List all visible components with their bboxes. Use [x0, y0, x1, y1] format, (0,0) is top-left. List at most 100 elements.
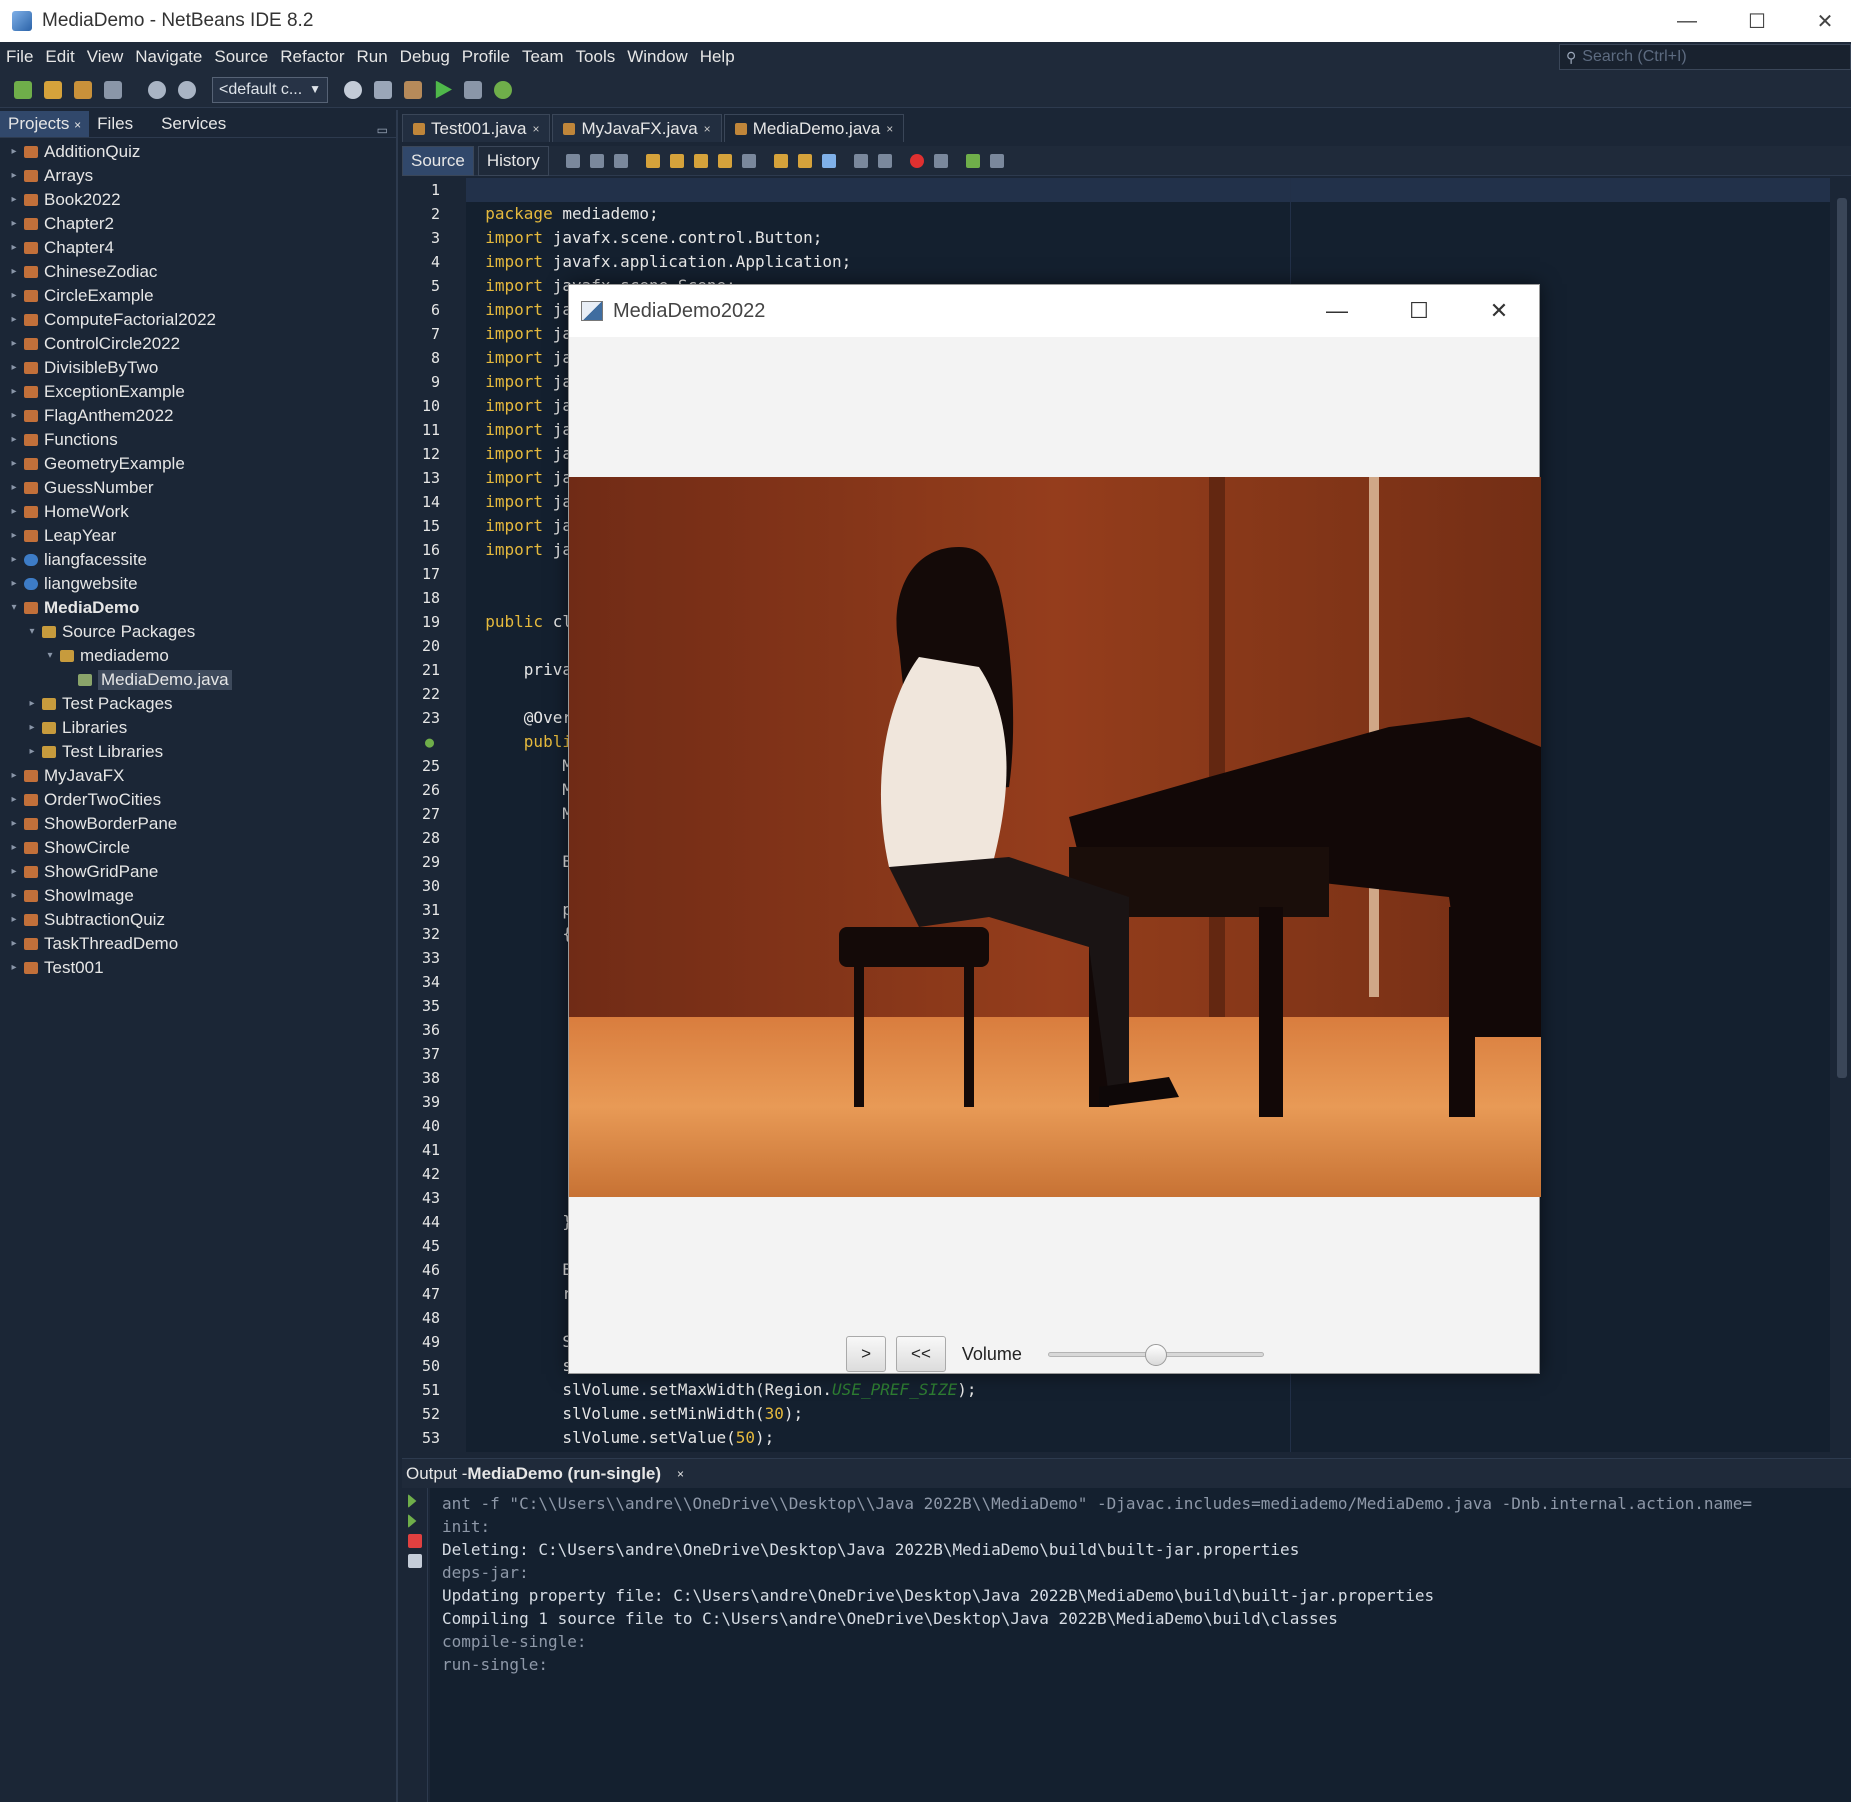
comment-icon[interactable] [965, 153, 980, 168]
previous-bookmark-icon[interactable] [773, 153, 788, 168]
close-tab-icon[interactable]: × [704, 122, 711, 136]
media-minimize-button[interactable]: — [1297, 285, 1377, 337]
output-console[interactable]: ant -f "C:\\Users\\andre\\OneDrive\\Desk… [430, 1488, 1851, 1802]
maximize-button[interactable]: ☐ [1722, 0, 1792, 42]
tree-item[interactable]: ▸ LeapYear [0, 524, 396, 548]
expand-icon[interactable]: ▸ [8, 194, 20, 206]
tree-item[interactable]: ▸ MyJavaFX [0, 764, 396, 788]
close-button[interactable]: ✕ [1790, 0, 1851, 42]
editor-tab[interactable]: MediaDemo.java × [723, 114, 905, 142]
tree-item[interactable]: ▸ ShowCircle [0, 836, 396, 860]
tab-files[interactable]: Files [89, 111, 141, 137]
tree-item[interactable]: ▾ MediaDemo [0, 596, 396, 620]
tree-item[interactable]: ▾ Source Packages [0, 620, 396, 644]
toggle-rectangular-icon[interactable] [821, 153, 836, 168]
menu-help[interactable]: Help [694, 47, 741, 67]
tree-item[interactable]: ▸ ChineseZodiac [0, 260, 396, 284]
undo-icon[interactable] [148, 80, 166, 99]
tree-item[interactable]: ▸ ShowImage [0, 884, 396, 908]
expand-icon[interactable]: ▸ [8, 458, 20, 470]
expand-icon[interactable]: ▸ [8, 554, 20, 566]
save-all-icon[interactable] [104, 80, 122, 99]
play-button[interactable]: > [846, 1336, 887, 1372]
expand-icon[interactable]: ▸ [8, 290, 20, 302]
editor-tab[interactable]: Test001.java × [402, 114, 551, 142]
tree-item[interactable]: ▸ ControlCircle2022 [0, 332, 396, 356]
expand-icon[interactable]: ▸ [8, 242, 20, 254]
next-bookmark-icon[interactable] [797, 153, 812, 168]
build-icon[interactable] [374, 80, 392, 99]
output-close-icon[interactable]: × [677, 1467, 684, 1481]
expand-icon[interactable]: ▸ [8, 890, 20, 902]
tree-item[interactable]: ▸ ShowBorderPane [0, 812, 396, 836]
expand-icon[interactable]: ▸ [8, 218, 20, 230]
expand-icon[interactable]: ▸ [8, 866, 20, 878]
find-next-icon[interactable] [693, 153, 708, 168]
tree-item[interactable]: ▸ Chapter2 [0, 212, 396, 236]
expand-icon[interactable]: ▸ [8, 170, 20, 182]
last-edit-icon[interactable] [565, 153, 580, 168]
tab-projects[interactable]: Projects × [0, 111, 90, 137]
menu-file[interactable]: File [0, 47, 39, 67]
stop-macro-icon[interactable] [933, 153, 948, 168]
profile-icon[interactable] [494, 80, 512, 99]
tab-services[interactable]: Services [153, 111, 234, 137]
forward-icon[interactable] [613, 153, 628, 168]
new-file-icon[interactable] [14, 80, 32, 99]
toggle-bookmark-icon[interactable] [741, 153, 756, 168]
stop-icon[interactable] [408, 1534, 422, 1548]
uncomment-icon[interactable] [989, 153, 1004, 168]
menu-profile[interactable]: Profile [456, 47, 516, 67]
expand-icon[interactable]: ▸ [8, 506, 20, 518]
tree-item[interactable]: ▸ DivisibleByTwo [0, 356, 396, 380]
expand-icon[interactable]: ▸ [26, 746, 38, 758]
expand-icon[interactable]: ▸ [8, 434, 20, 446]
menu-source[interactable]: Source [208, 47, 274, 67]
expand-icon[interactable]: ▸ [8, 818, 20, 830]
close-tab-icon[interactable]: × [886, 122, 893, 136]
tree-item[interactable]: ▸ Chapter4 [0, 236, 396, 260]
expand-icon[interactable]: ▸ [8, 530, 20, 542]
volume-knob[interactable] [1144, 1344, 1167, 1366]
expand-icon[interactable]: ▸ [26, 722, 38, 734]
collapse-icon[interactable]: ▾ [8, 602, 20, 614]
tree-item[interactable]: ▸ ExceptionExample [0, 380, 396, 404]
tree-item[interactable]: ▸ Libraries [0, 716, 396, 740]
redo-icon[interactable] [178, 80, 196, 99]
expand-icon[interactable]: ▸ [8, 386, 20, 398]
expand-icon[interactable]: ▸ [8, 962, 20, 974]
menu-tools[interactable]: Tools [570, 47, 622, 67]
tree-item[interactable]: ▸ AdditionQuiz [0, 140, 396, 164]
expand-icon[interactable]: ▸ [8, 482, 20, 494]
expand-icon[interactable]: ▸ [8, 770, 20, 782]
rewind-button[interactable]: << [896, 1336, 946, 1372]
minimize-panel-icon[interactable]: ▭ [377, 123, 388, 137]
expand-icon[interactable]: ▸ [8, 146, 20, 158]
expand-icon[interactable]: ▸ [8, 938, 20, 950]
menu-navigate[interactable]: Navigate [129, 47, 208, 67]
menu-window[interactable]: Window [621, 47, 693, 67]
quick-search[interactable]: ⚲ Search (Ctrl+I) [1559, 44, 1851, 70]
back-icon[interactable] [589, 153, 604, 168]
tree-item[interactable]: ▸ Arrays [0, 164, 396, 188]
open-project-icon[interactable] [74, 80, 92, 99]
menu-run[interactable]: Run [350, 47, 393, 67]
tree-item[interactable]: ▸ liangwebsite [0, 572, 396, 596]
expand-icon[interactable]: ▸ [8, 314, 20, 326]
target-icon[interactable] [344, 80, 362, 99]
expand-icon[interactable]: ▸ [8, 578, 20, 590]
tree-item[interactable]: ▸ FlagAnthem2022 [0, 404, 396, 428]
start-macro-icon[interactable] [909, 153, 924, 168]
volume-slider[interactable] [1047, 1344, 1264, 1366]
menu-edit[interactable]: Edit [39, 47, 80, 67]
shift-right-icon[interactable] [877, 153, 892, 168]
rerun-icon[interactable] [408, 1494, 417, 1508]
tab-source[interactable]: Source [402, 145, 474, 176]
media-maximize-button[interactable]: ☐ [1379, 285, 1459, 337]
output-tab-header[interactable]: Output - MediaDemo (run-single) × [402, 1458, 1851, 1488]
collapse-icon[interactable]: ▾ [26, 626, 38, 638]
tree-item[interactable]: ▸ GuessNumber [0, 476, 396, 500]
expand-icon[interactable]: ▸ [8, 842, 20, 854]
tree-item[interactable]: ▸ CircleExample [0, 284, 396, 308]
menu-refactor[interactable]: Refactor [274, 47, 350, 67]
